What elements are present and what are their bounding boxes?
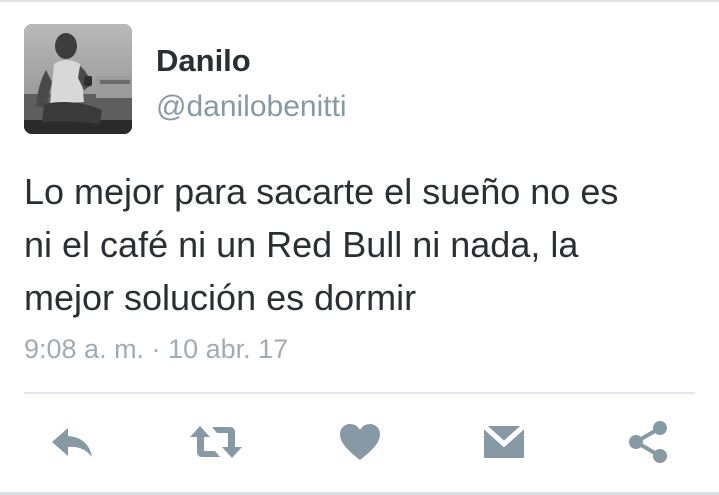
tweet-text-line: mejor solución es dormir bbox=[24, 277, 417, 318]
retweet-button[interactable] bbox=[188, 414, 244, 470]
tweet-text: Lo mejor para sacarte el sueño no es ni … bbox=[24, 165, 704, 324]
retweet-icon bbox=[190, 426, 242, 458]
envelope-icon bbox=[482, 424, 526, 458]
reply-icon bbox=[52, 428, 92, 457]
direct-message-button[interactable] bbox=[476, 414, 532, 470]
reply-button[interactable] bbox=[44, 414, 100, 470]
divider bbox=[24, 392, 695, 394]
author-display-name[interactable]: Danilo bbox=[156, 43, 251, 78]
tweet-actions bbox=[0, 414, 719, 470]
tweet-text-line: ni el café ni un Red Bull ni nada, la bbox=[24, 224, 579, 265]
tweet-text-line: Lo mejor para sacarte el sueño no es bbox=[24, 171, 619, 212]
avatar-photo bbox=[24, 24, 132, 134]
author-handle[interactable]: @danilobenitti bbox=[156, 90, 347, 123]
avatar[interactable] bbox=[24, 24, 132, 134]
share-icon bbox=[629, 421, 667, 463]
tweet-timestamp: 9:08 a. m. · 10 abr. 17 bbox=[24, 334, 289, 364]
tweet-card: Danilo @danilobenitti Lo mejor para saca… bbox=[0, 0, 719, 495]
share-button[interactable] bbox=[620, 414, 676, 470]
heart-icon bbox=[340, 424, 380, 460]
like-button[interactable] bbox=[332, 414, 388, 470]
